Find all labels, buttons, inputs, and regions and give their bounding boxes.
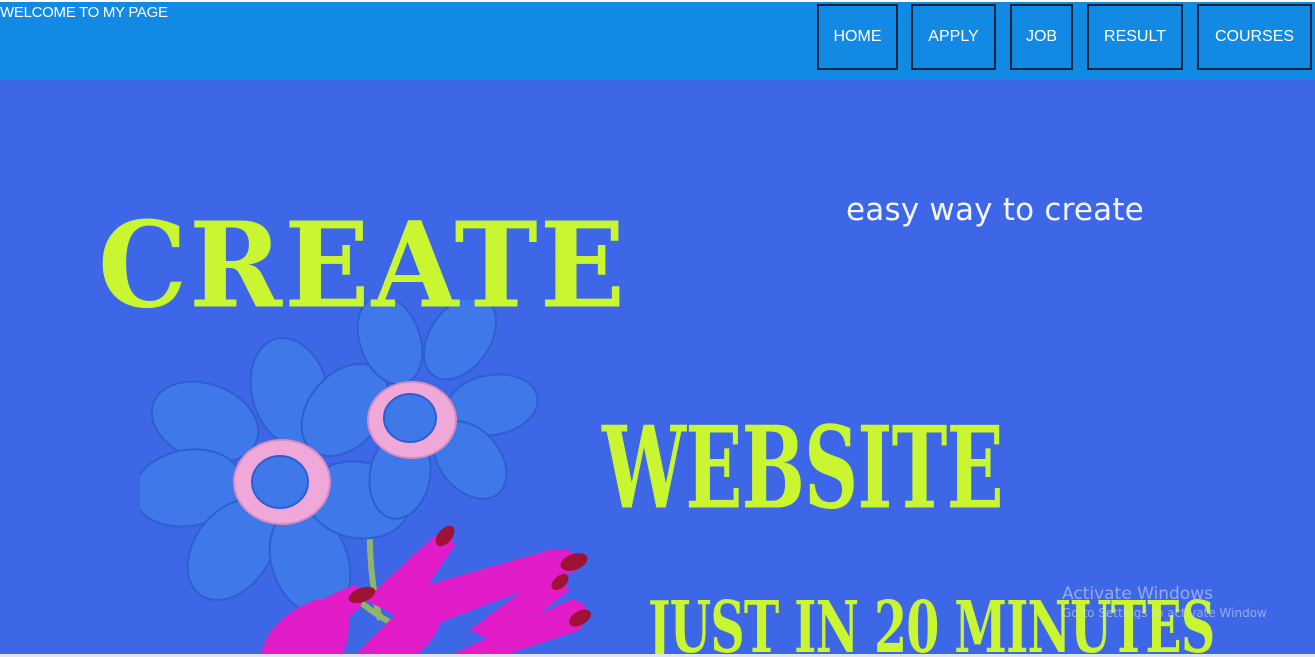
nav-button-courses[interactable]: COURSES (1197, 4, 1312, 70)
hero-tagline: easy way to create (846, 192, 1144, 228)
welcome-text: WELCOME TO MY PAGE (0, 4, 168, 21)
hero-banner: easy way to create CREATE WEBSITE JUST I… (0, 80, 1315, 657)
flowers-hand-illustration (140, 300, 591, 657)
headline-create: CREATE (98, 197, 628, 336)
nav-button-apply[interactable]: APPLY (911, 4, 996, 70)
nav-button-home[interactable]: HOME (817, 4, 898, 70)
flower-center (383, 393, 437, 443)
activate-windows-watermark: Activate Windows Go to Settings to activ… (1062, 586, 1267, 619)
watermark-title: Activate Windows (1062, 586, 1213, 604)
flower-center (251, 455, 309, 509)
watermark-subtitle: Go to Settings to activate Windows. (1062, 606, 1267, 619)
nav-button-job[interactable]: JOB (1010, 4, 1073, 70)
headline-website: WEBSITE (602, 401, 1004, 535)
nav-button-result[interactable]: RESULT (1087, 4, 1183, 70)
top-navigation-bar: WELCOME TO MY PAGE HOME APPLY JOB RESULT… (0, 2, 1315, 80)
